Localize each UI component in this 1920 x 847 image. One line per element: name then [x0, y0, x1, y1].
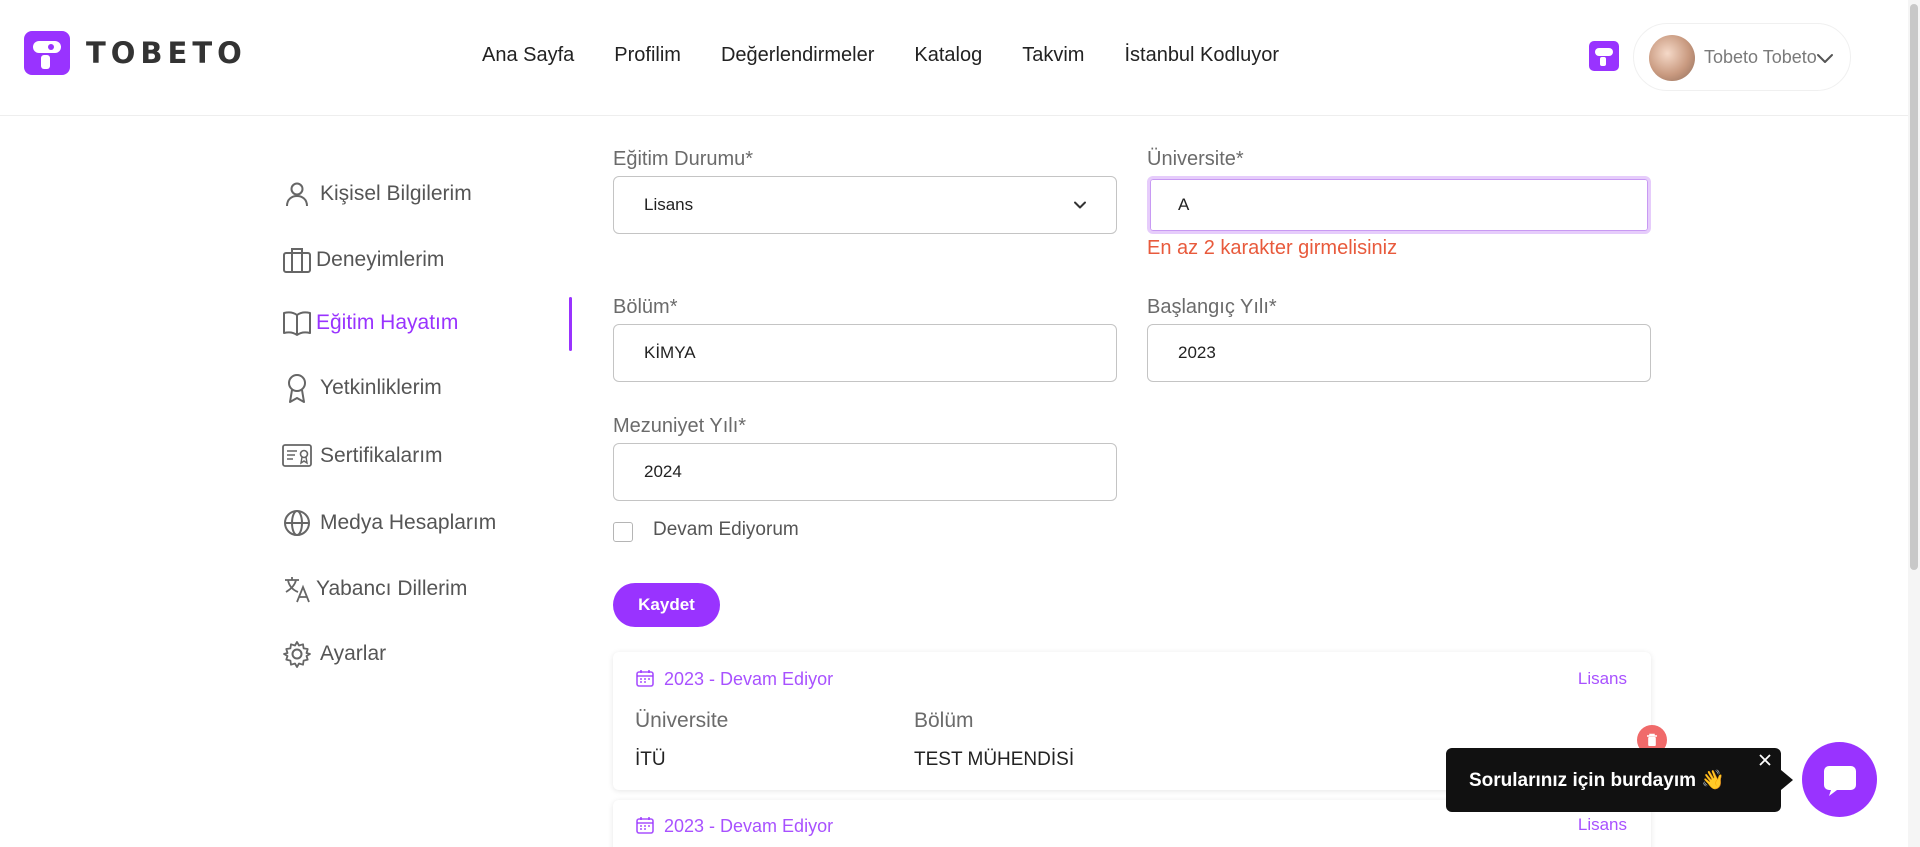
- globe-icon: [280, 507, 314, 539]
- nav-takvim[interactable]: Takvim: [1022, 44, 1084, 67]
- main-nav: Ana Sayfa Profilim Değerlendirmeler Kata…: [482, 44, 1279, 67]
- sidebar-item-label: Ayarlar: [320, 642, 387, 665]
- sidebar-item-label: Eğitim Hayatım: [316, 311, 459, 334]
- continuing-label[interactable]: Devam Ediyorum: [653, 519, 799, 541]
- avatar: [1649, 35, 1695, 81]
- close-icon[interactable]: [1755, 750, 1775, 770]
- education-status-select[interactable]: Lisans: [613, 176, 1117, 234]
- university-column-header: Üniversite: [635, 709, 729, 732]
- sidebar-item-yetkinliklerim[interactable]: Yetkinliklerim: [280, 368, 572, 408]
- user-name: Tobeto Tobeto: [1704, 47, 1817, 67]
- record-degree: Lisans: [1577, 815, 1627, 834]
- chevron-down-icon: [1074, 201, 1086, 209]
- scrollbar-thumb[interactable]: [1910, 4, 1918, 570]
- department-input-value: KİMYA: [644, 343, 696, 362]
- sidebar-item-label: Deneyimlerim: [316, 248, 445, 271]
- gear-icon: [280, 638, 314, 670]
- user-menu[interactable]: Tobeto Tobeto: [1633, 23, 1851, 91]
- certificate-icon: [280, 440, 314, 472]
- tobeto-logo-icon: [24, 31, 70, 75]
- graduation-year-input[interactable]: 2024: [613, 443, 1117, 501]
- chat-button[interactable]: [1802, 742, 1877, 817]
- nav-ana-sayfa[interactable]: Ana Sayfa: [482, 44, 574, 67]
- graduation-year-value: 2024: [644, 462, 682, 481]
- university-error: En az 2 karakter girmelisiniz: [1147, 237, 1398, 259]
- nav-profilim[interactable]: Profilim: [614, 44, 681, 67]
- department-column-header: Bölüm: [914, 709, 974, 732]
- education-status-value: Lisans: [644, 195, 694, 214]
- sidebar-item-label: Medya Hesaplarım: [320, 511, 497, 534]
- record-department: TEST MÜHENDİSİ: [914, 749, 1075, 770]
- briefcase-icon: [280, 244, 314, 276]
- sidebar-item-yabanci-dillerim[interactable]: Yabancı Dillerim: [280, 569, 572, 609]
- chevron-down-icon: [1817, 54, 1833, 63]
- sidebar-item-sertifikalarim[interactable]: Sertifikalarım: [280, 436, 572, 476]
- sidebar-item-label: Sertifikalarım: [320, 444, 443, 467]
- department-input[interactable]: KİMYA: [613, 324, 1117, 382]
- user-icon: [280, 178, 314, 210]
- graduation-year-label: Mezuniyet Yılı*: [613, 415, 747, 437]
- nav-degerlendirmeler[interactable]: Değerlendirmeler: [721, 44, 874, 67]
- department-label: Bölüm*: [613, 296, 678, 318]
- sidebar-item-label: Yetkinliklerim: [320, 376, 442, 399]
- top-header: TOBETO Ana Sayfa Profilim Değerlendirmel…: [0, 0, 1920, 116]
- continuing-checkbox[interactable]: [613, 522, 633, 542]
- save-button[interactable]: Kaydet: [613, 583, 720, 627]
- university-input-value: A: [1178, 195, 1190, 214]
- book-icon: [280, 307, 314, 339]
- sidebar-item-deneyimlerim[interactable]: Deneyimlerim: [280, 240, 572, 280]
- sidebar-item-egitim-hayatim[interactable]: Eğitim Hayatım: [280, 303, 572, 343]
- sidebar-item-label: Yabancı Dillerim: [316, 577, 468, 600]
- tobeto-logo[interactable]: TOBETO: [24, 31, 247, 75]
- sidebar-item-label: Kişisel Bilgilerim: [320, 182, 472, 205]
- calendar-icon: [636, 670, 654, 687]
- nav-istanbul-kodluyor[interactable]: İstanbul Kodluyor: [1124, 44, 1279, 67]
- record-date: 2023 - Devam Ediyor: [664, 816, 834, 836]
- record-date: 2023 - Devam Ediyor: [664, 669, 834, 689]
- chat-icon: [1823, 765, 1856, 796]
- chat-bubble-text: Sorularınız için burdayım 👋: [1469, 770, 1725, 791]
- sidebar-item-kisisel-bilgilerim[interactable]: Kişisel Bilgilerim: [280, 174, 572, 214]
- nav-katalog[interactable]: Katalog: [914, 44, 982, 67]
- chat-bubble: Sorularınız için burdayım 👋: [1446, 748, 1793, 812]
- translate-icon: [280, 573, 314, 605]
- record-university: İTÜ: [635, 749, 666, 770]
- trash-icon: [1647, 733, 1657, 746]
- calendar-icon: [636, 817, 654, 834]
- university-label: Üniversite*: [1147, 148, 1244, 170]
- active-indicator: [569, 297, 572, 351]
- start-year-input[interactable]: 2023: [1147, 324, 1651, 382]
- education-status-label: Eğitim Durumu*: [613, 148, 754, 170]
- university-input[interactable]: A: [1147, 176, 1651, 234]
- start-year-label: Başlangıç Yılı*: [1147, 296, 1277, 318]
- tobeto-badge-icon[interactable]: [1589, 41, 1619, 71]
- sidebar-item-ayarlar[interactable]: Ayarlar: [280, 634, 572, 674]
- logo-text: TOBETO: [86, 36, 247, 70]
- sidebar-item-medya-hesaplarim[interactable]: Medya Hesaplarım: [280, 503, 572, 543]
- record-degree: Lisans: [1577, 669, 1627, 688]
- award-icon: [280, 372, 314, 404]
- start-year-value: 2023: [1178, 343, 1216, 362]
